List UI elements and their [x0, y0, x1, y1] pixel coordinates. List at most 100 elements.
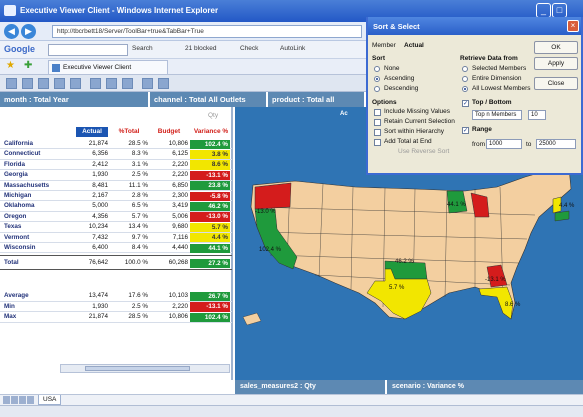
- last-sheet-icon[interactable]: [27, 396, 34, 404]
- back-view-icon[interactable]: [6, 78, 17, 89]
- options-heading: Options: [372, 99, 397, 106]
- table-row[interactable]: Connecticut 6,356 8.3 % 6,125 3.8 %: [0, 149, 232, 160]
- google-search-input[interactable]: [48, 44, 128, 56]
- favorites-star-icon[interactable]: ★: [6, 60, 15, 71]
- forward-icon[interactable]: ▶: [21, 24, 36, 39]
- member-label: Member: [372, 42, 396, 49]
- forward-view-icon[interactable]: [22, 78, 33, 89]
- column-header-pct-total[interactable]: %Total: [110, 127, 148, 137]
- sort-hierarchy-checkbox[interactable]: [374, 129, 381, 136]
- prev-sheet-icon[interactable]: [11, 396, 18, 404]
- table-row[interactable]: Max 21,874 28.5 % 10,806 102.4 %: [0, 312, 232, 323]
- top-bottom-label: Top / Bottom: [472, 99, 512, 106]
- first-sheet-icon[interactable]: [3, 396, 10, 404]
- table-row[interactable]: Vermont 7,432 9.7 % 7,116 4.4 %: [0, 233, 232, 243]
- cell-pct: 100.0 %: [124, 259, 148, 267]
- cell-budget: 9,680: [172, 223, 188, 231]
- browser-tab[interactable]: Executive Viewer Client: [48, 60, 168, 74]
- cell-budget: 6,125: [172, 150, 188, 158]
- retrieve-selected-radio[interactable]: [462, 66, 468, 72]
- cell-budget: 4,440: [172, 244, 188, 251]
- sort-descending-radio[interactable]: [374, 86, 380, 92]
- print-icon[interactable]: [54, 78, 65, 89]
- cell-pct: 28.5 %: [128, 140, 148, 147]
- export-icon[interactable]: [70, 78, 81, 89]
- column-header-actual[interactable]: Actual: [76, 127, 108, 137]
- minimize-button[interactable]: _: [536, 3, 551, 18]
- filter-icon[interactable]: [158, 78, 169, 89]
- cell-variance: 102.4 %: [190, 312, 230, 323]
- table-row[interactable]: Texas 10,234 13.4 % 9,680 5.7 %: [0, 222, 232, 233]
- add-total-checkbox[interactable]: [374, 139, 381, 146]
- retrieve-entire-radio[interactable]: [462, 76, 468, 82]
- table-row[interactable]: Florida 2,412 3.1 % 2,220 8.6 %: [0, 160, 232, 171]
- table-row[interactable]: Min 1,930 2.5 % 2,220 -13.1 %: [0, 302, 232, 313]
- range-to-input[interactable]: 25000: [536, 139, 576, 149]
- scenario-dimension[interactable]: scenario : Variance %: [387, 380, 583, 394]
- sort-select-dialog: Sort & Select × Member Actual Sort None …: [366, 17, 583, 175]
- search-button[interactable]: Search: [132, 45, 153, 52]
- column-header-budget[interactable]: Budget: [150, 127, 188, 137]
- sheet-tab-usa[interactable]: USA: [38, 395, 62, 405]
- close-button[interactable]: Close: [534, 77, 578, 90]
- chart-icon[interactable]: [106, 78, 117, 89]
- month-dimension[interactable]: month : Total Year: [0, 92, 150, 107]
- popup-blocked-button[interactable]: 21 blocked: [185, 45, 216, 52]
- cell-variance: 3.8 %: [190, 149, 230, 160]
- table-row[interactable]: Wisconsin 6,400 8.4 % 4,440 44.1 %: [0, 243, 232, 254]
- row-label: Oklahoma: [4, 202, 35, 210]
- massachusetts-region: [554, 210, 570, 222]
- table-row[interactable]: Total 76,642 100.0 % 60,268 27.2 %: [0, 258, 232, 269]
- map-icon[interactable]: [122, 78, 133, 89]
- cell-pct: 2.5 %: [131, 302, 148, 310]
- maximize-button[interactable]: □: [552, 3, 567, 18]
- close-icon[interactable]: ×: [567, 20, 579, 32]
- scrollbar-thumb[interactable]: [85, 366, 190, 371]
- table-row[interactable]: Oklahoma 5,000 6.5 % 3,419 46.2 %: [0, 201, 232, 212]
- range-checkbox[interactable]: ✓: [462, 127, 469, 134]
- ok-button[interactable]: OK: [534, 41, 578, 54]
- cell-actual: 1,930: [92, 171, 108, 179]
- add-favorite-icon[interactable]: ✚: [24, 60, 32, 71]
- range-from-input[interactable]: 1000: [486, 139, 522, 149]
- back-icon[interactable]: ◀: [4, 24, 19, 39]
- pivot-icon[interactable]: [90, 78, 101, 89]
- retrieve-lowest-radio[interactable]: [462, 86, 468, 92]
- top-bottom-select[interactable]: Top n Members: [472, 110, 522, 120]
- cell-actual: 5,000: [92, 202, 108, 210]
- column-header-variance[interactable]: Variance %: [190, 127, 232, 137]
- top-bottom-checkbox[interactable]: ✓: [462, 100, 469, 107]
- sort-icon[interactable]: [142, 78, 153, 89]
- retain-selection-checkbox[interactable]: [374, 119, 381, 126]
- cell-pct: 2.5 %: [131, 171, 148, 179]
- cell-pct: 8.4 %: [131, 244, 148, 251]
- sort-none-radio[interactable]: [374, 66, 380, 72]
- table-row[interactable]: Michigan 2,167 2.8 % 2,300 -5.8 %: [0, 191, 232, 202]
- check-button[interactable]: Check: [240, 45, 258, 52]
- cell-variance: -13.1 %: [190, 170, 230, 181]
- sort-none-label: None: [384, 65, 400, 72]
- top-n-input[interactable]: 10: [528, 110, 546, 120]
- product-dimension[interactable]: product : Total all: [268, 92, 366, 107]
- member-value: Actual: [404, 42, 424, 49]
- range-label: Range: [472, 126, 492, 133]
- measure-dimension[interactable]: sales_measures2 : Qty: [235, 380, 385, 394]
- save-icon[interactable]: [38, 78, 49, 89]
- horizontal-scrollbar[interactable]: [60, 364, 230, 373]
- table-row[interactable]: Georgia 1,930 2.5 % 2,220 -13.1 %: [0, 170, 232, 181]
- cell-variance: 5.7 %: [190, 222, 230, 233]
- autolink-button[interactable]: AutoLink: [280, 45, 305, 52]
- cell-variance: 4.4 %: [190, 233, 230, 243]
- channel-dimension[interactable]: channel : Total All Outlets: [150, 92, 268, 107]
- next-sheet-icon[interactable]: [19, 396, 26, 404]
- table-row[interactable]: Massachusetts 8,481 11.1 % 6,850 23.8 %: [0, 181, 232, 191]
- row-label: Wisconsin: [4, 244, 36, 251]
- sort-ascending-radio[interactable]: [374, 76, 380, 82]
- cell-actual: 76,642: [88, 259, 108, 267]
- table-row[interactable]: California 21,874 28.5 % 10,806 102.4 %: [0, 139, 232, 150]
- table-row[interactable]: Average 13,474 17.6 % 10,103 26.7 %: [0, 291, 232, 302]
- apply-button[interactable]: Apply: [534, 57, 578, 70]
- table-row[interactable]: Oregon 4,356 5.7 % 5,006 -13.0 %: [0, 212, 232, 223]
- url-field[interactable]: http://tbcrbett18/Server/ToolBar+true&Ta…: [52, 25, 362, 38]
- include-missing-checkbox[interactable]: [374, 109, 381, 116]
